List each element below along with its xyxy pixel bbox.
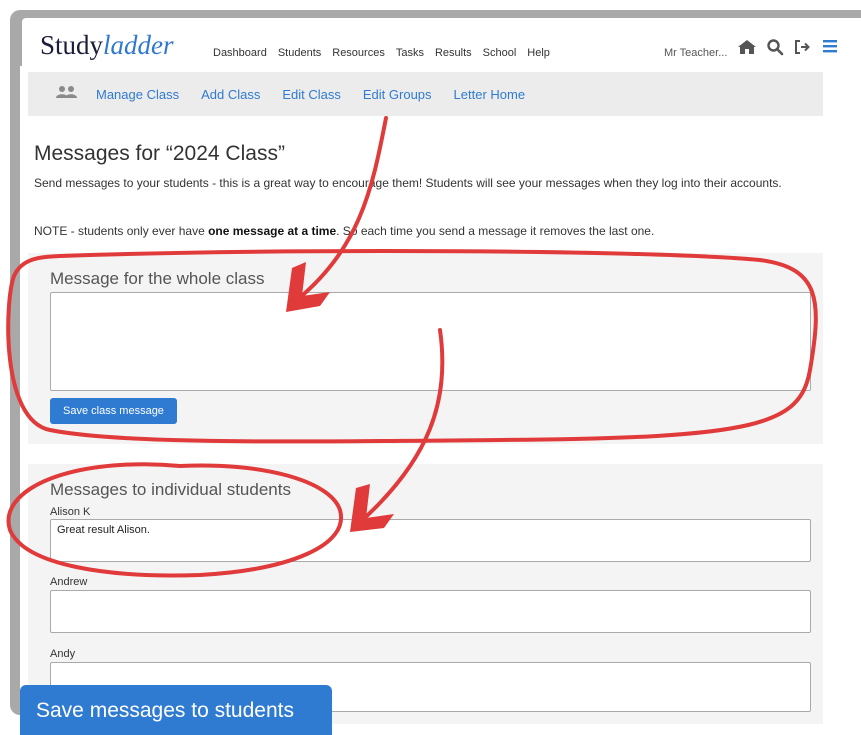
logout-icon[interactable] bbox=[793, 38, 811, 61]
student-name-alison: Alison K bbox=[50, 506, 91, 518]
home-icon[interactable] bbox=[737, 38, 757, 61]
note-bold: one message at a time bbox=[208, 224, 337, 238]
student-name-andy: Andy bbox=[50, 648, 76, 660]
logo-study: Study bbox=[40, 30, 104, 60]
note-text: NOTE - students only ever have one messa… bbox=[34, 222, 814, 240]
save-messages-to-students-button[interactable]: Save messages to students bbox=[20, 685, 332, 735]
intro-text: Send messages to your students - this is… bbox=[34, 176, 782, 190]
subnav-edit-groups[interactable]: Edit Groups bbox=[363, 87, 432, 102]
student-message-alison[interactable]: Great result Alison. bbox=[50, 519, 811, 562]
nav-help[interactable]: Help bbox=[527, 47, 550, 59]
class-message-input[interactable] bbox=[50, 292, 811, 391]
nav-students[interactable]: Students bbox=[278, 47, 321, 59]
main-nav: Dashboard Students Resources Tasks Resul… bbox=[213, 47, 550, 59]
individual-panel-title: Messages to individual students bbox=[50, 480, 291, 499]
student-message-andrew[interactable] bbox=[50, 590, 811, 633]
studyladder-logo[interactable]: Studyladder bbox=[40, 30, 174, 61]
note-before: NOTE - students only ever have bbox=[34, 224, 209, 238]
nav-results[interactable]: Results bbox=[435, 47, 472, 59]
subnav-manage-class[interactable]: Manage Class bbox=[96, 87, 179, 102]
user-name[interactable]: Mr Teacher... bbox=[664, 47, 727, 59]
student-name-andrew: Andrew bbox=[50, 576, 88, 588]
search-icon[interactable] bbox=[766, 38, 784, 61]
main-content: Manage Class Add Class Edit Class Edit G… bbox=[20, 66, 861, 724]
users-icon bbox=[56, 85, 78, 104]
subnav-edit-class[interactable]: Edit Class bbox=[282, 87, 341, 102]
save-class-message-button[interactable]: Save class message bbox=[50, 398, 177, 424]
nav-resources[interactable]: Resources bbox=[332, 47, 385, 59]
class-subnav: Manage Class Add Class Edit Class Edit G… bbox=[28, 72, 823, 116]
subnav-add-class[interactable]: Add Class bbox=[201, 87, 260, 102]
class-message-panel: Message for the whole class Save class m… bbox=[28, 253, 823, 444]
nav-dashboard[interactable]: Dashboard bbox=[213, 47, 267, 59]
note-after: . So each time you send a message it rem… bbox=[336, 224, 655, 238]
menu-icon[interactable] bbox=[822, 38, 838, 59]
nav-tasks[interactable]: Tasks bbox=[396, 47, 424, 59]
nav-school[interactable]: School bbox=[483, 47, 517, 59]
logo-ladder: ladder bbox=[103, 30, 174, 60]
subnav-letter-home[interactable]: Letter Home bbox=[454, 87, 526, 102]
class-panel-title: Message for the whole class bbox=[50, 269, 265, 288]
page-title: Messages for “2024 Class” bbox=[34, 142, 285, 165]
